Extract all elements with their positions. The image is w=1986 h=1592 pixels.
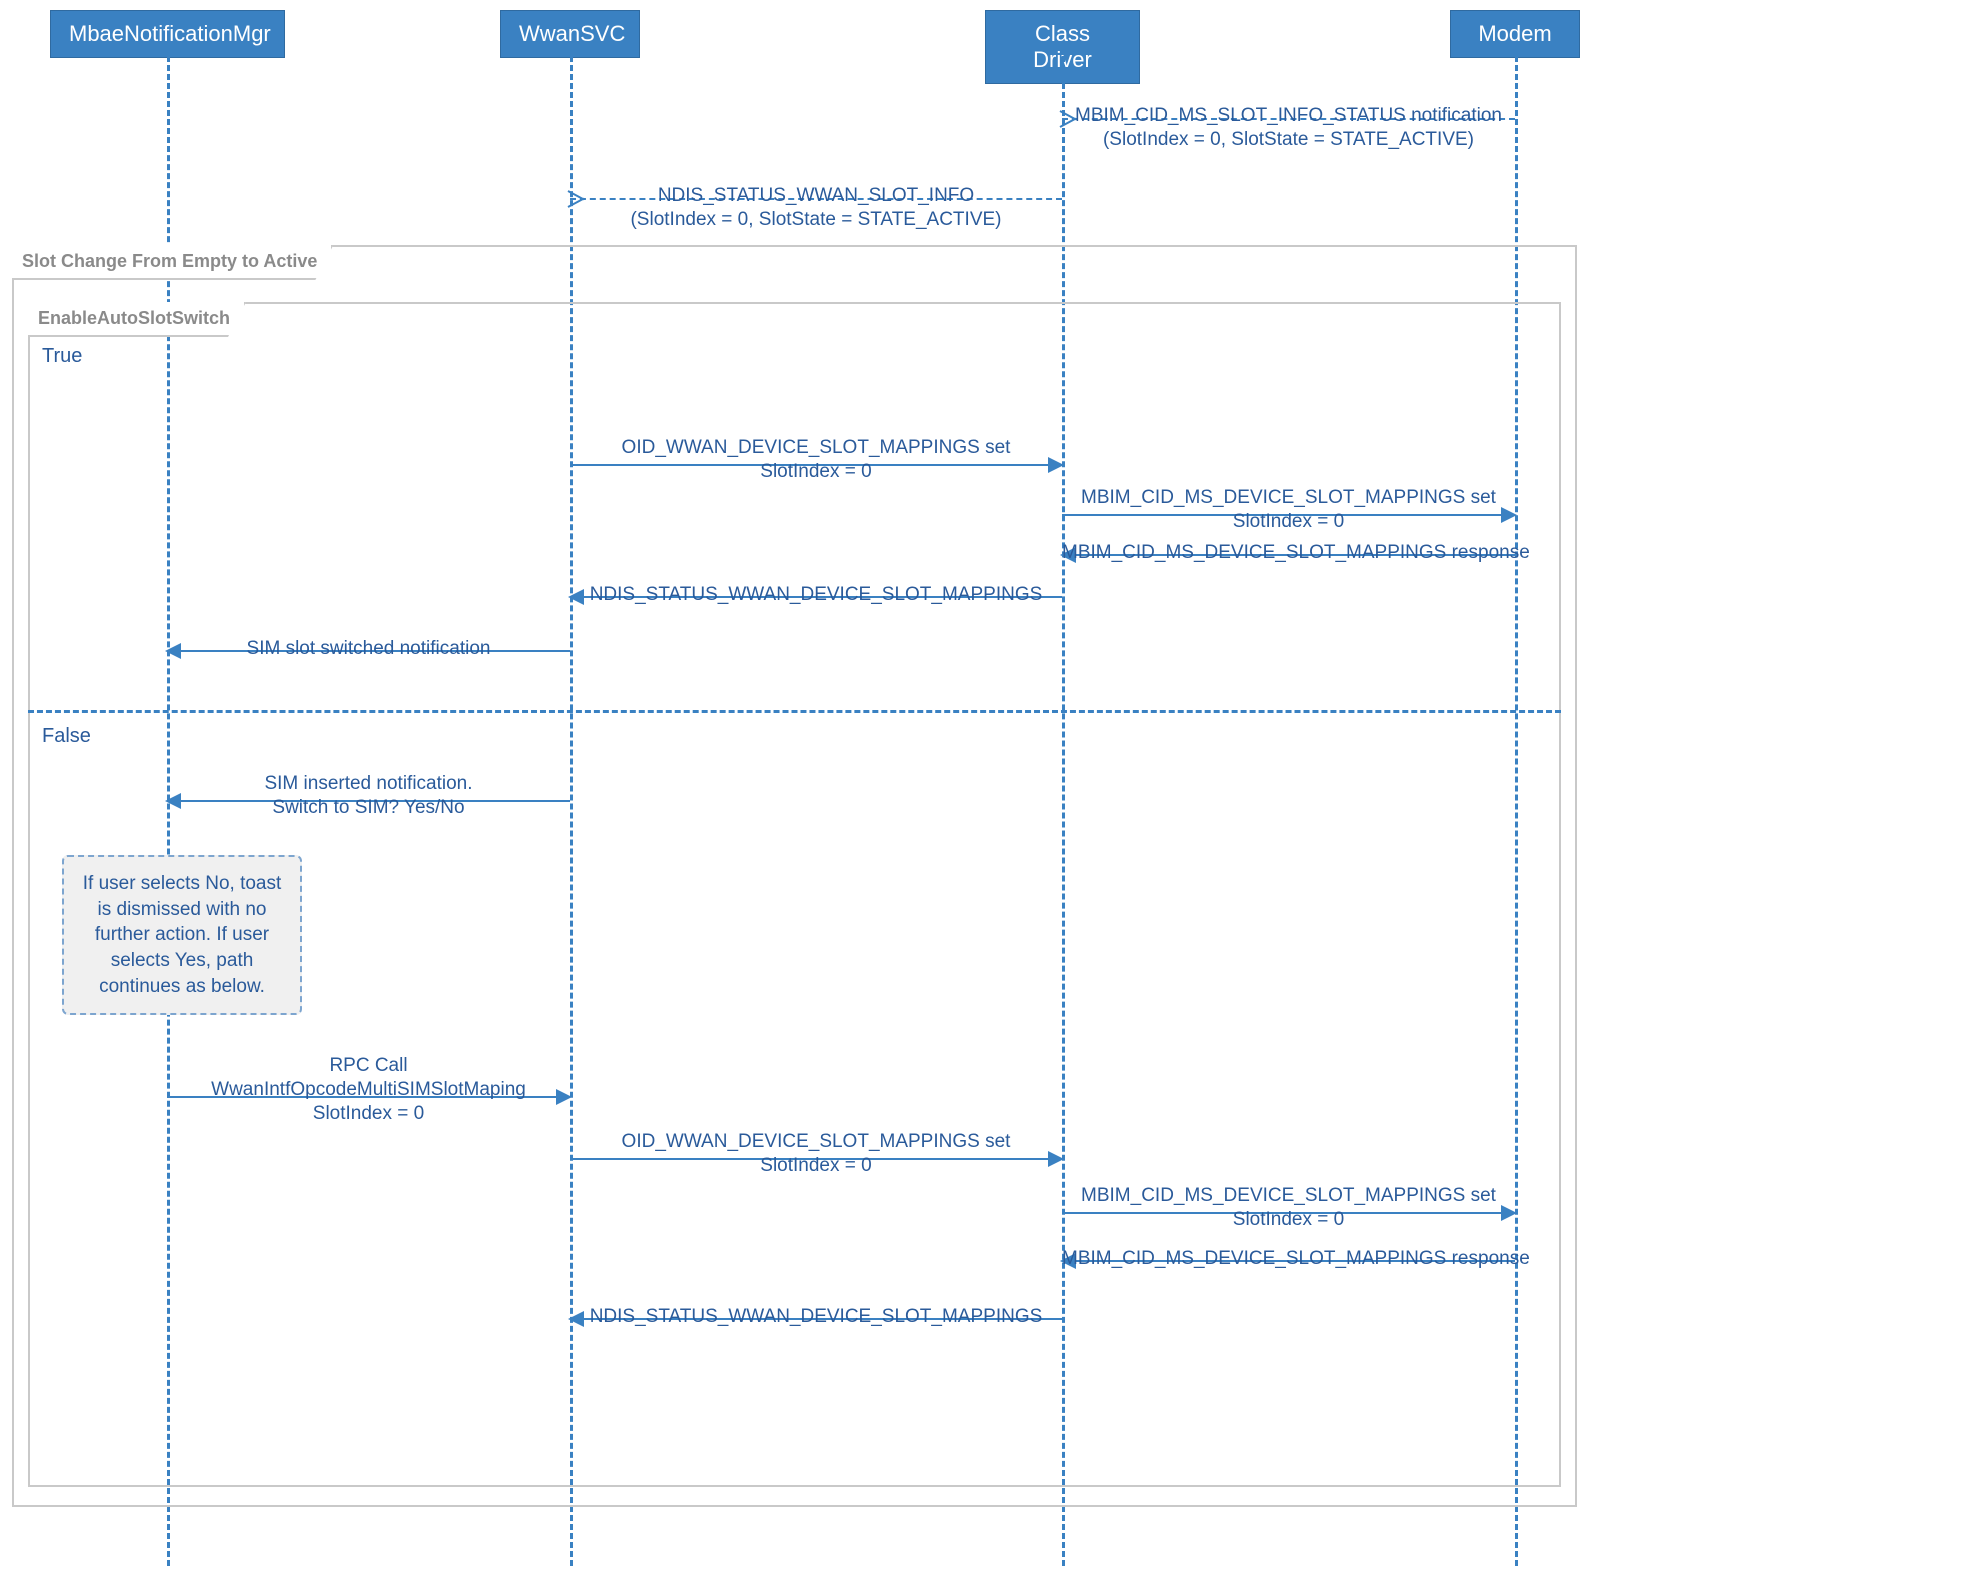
msg-label: MBIM_CID_MS_DEVICE_SLOT_MAPPINGS respons… — [1062, 541, 1515, 565]
actor-modem: Modem — [1450, 10, 1580, 58]
msg-label: OID_WWAN_DEVICE_SLOT_MAPPINGS set SlotIn… — [570, 436, 1062, 484]
msg-label: MBIM_CID_MS_DEVICE_SLOT_MAPPINGS respons… — [1062, 1247, 1515, 1271]
msg-label: SIM slot switched notification — [167, 637, 570, 661]
frame-label: Slot Change From Empty to Active — [12, 245, 333, 280]
msg-label: NDIS_STATUS_WWAN_DEVICE_SLOT_MAPPINGS — [570, 1305, 1062, 1329]
msg-label: RPC Call WwanIntfOpcodeMultiSIMSlotMapin… — [167, 1054, 570, 1125]
frame-label: EnableAutoSlotSwitch — [28, 302, 246, 337]
actor-wwansvc: WwanSVC — [500, 10, 640, 58]
note-user-choice: If user selects No, toast is dismissed w… — [62, 855, 302, 1015]
alt-separator — [28, 710, 1561, 713]
msg-label: NDIS_STATUS_WWAN_DEVICE_SLOT_MAPPINGS — [570, 583, 1062, 607]
msg-label: SIM inserted notification. Switch to SIM… — [167, 772, 570, 820]
sequence-diagram: MbaeNotificationMgr WwanSVC Class Driver… — [0, 0, 1986, 1592]
msg-label: OID_WWAN_DEVICE_SLOT_MAPPINGS set SlotIn… — [570, 1130, 1062, 1178]
actor-mbae: MbaeNotificationMgr — [50, 10, 285, 58]
guard-false: False — [42, 725, 91, 748]
guard-true: True — [42, 345, 82, 368]
msg-label: MBIM_CID_MS_SLOT_INFO_STATUS notificatio… — [1062, 104, 1515, 152]
msg-label: MBIM_CID_MS_DEVICE_SLOT_MAPPINGS set Slo… — [1062, 1184, 1515, 1232]
msg-label: MBIM_CID_MS_DEVICE_SLOT_MAPPINGS set Slo… — [1062, 486, 1515, 534]
msg-label: NDIS_STATUS_WWAN_SLOT_INFO (SlotIndex = … — [570, 184, 1062, 232]
